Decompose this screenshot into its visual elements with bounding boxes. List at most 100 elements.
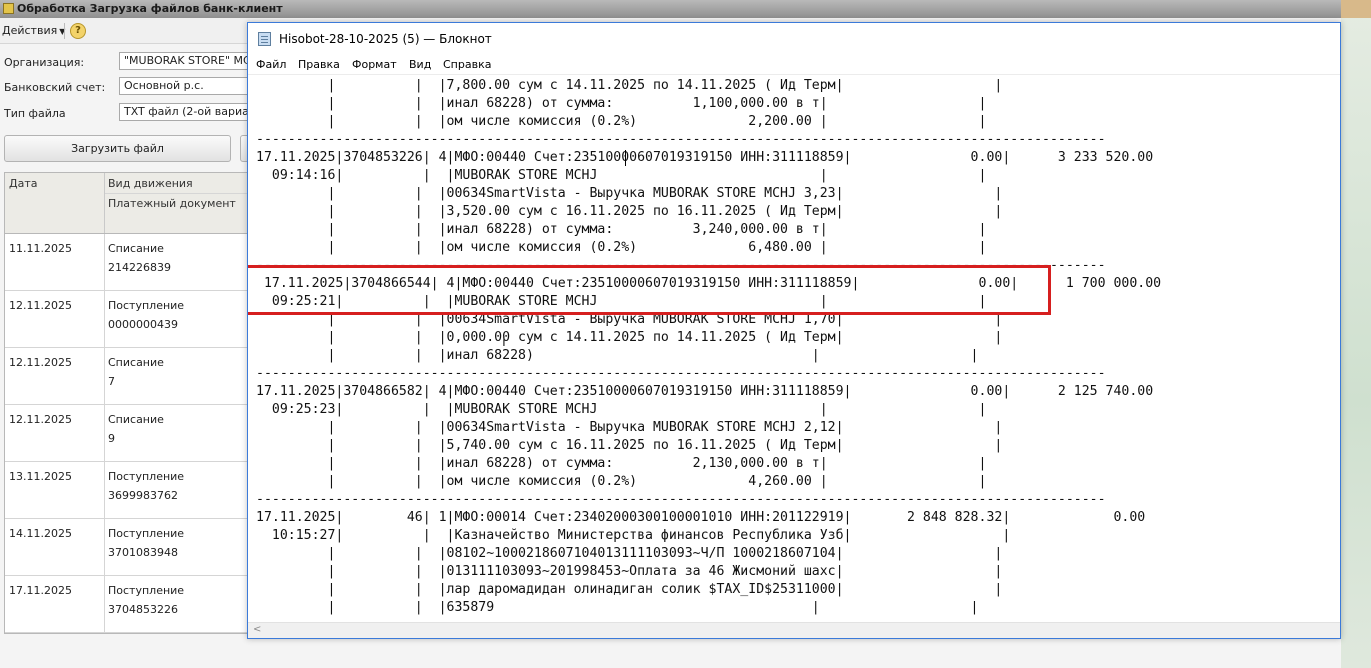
scroll-left-icon[interactable]: < <box>253 624 261 635</box>
notepad-window: Hisobot-28-10-2025 (5) — Блокнот Файл Пр… <box>247 22 1341 639</box>
table-row[interactable]: 11.11.2025 Списание 214226839 <box>5 234 249 291</box>
row-doc: 7 <box>108 375 115 388</box>
movements-table: Дата Вид движения Платежный документ 11.… <box>4 172 250 634</box>
text-caret <box>625 150 626 166</box>
row-type: Списание <box>108 356 164 369</box>
row-date: 13.11.2025 <box>9 470 72 483</box>
notepad-line: ----------------------------------------… <box>256 366 1106 381</box>
notepad-line: ----------------------------------------… <box>256 132 1106 147</box>
row-divider <box>104 234 105 290</box>
notepad-line: | | |инал 68228) от сумма: 3,240,000.00 … <box>256 222 987 237</box>
notepad-line: 10:15:27| | |Казначейство Министерства ф… <box>256 528 1011 543</box>
help-icon[interactable]: ? <box>70 23 86 39</box>
org-field[interactable]: "MUBORAK STORE" MC <box>119 52 250 70</box>
col-date[interactable]: Дата <box>9 177 37 190</box>
notepad-text-area[interactable]: | | |7,800.00 сум с 14.11.2025 по 14.11.… <box>248 75 1340 622</box>
notepad-line: | | |013111103093~201998453~Оплата за 46… <box>256 564 1003 579</box>
notepad-line: 09:14:16| | |MUBORAK STORE MCHJ | | <box>256 168 987 183</box>
notepad-icon <box>258 32 271 46</box>
notepad-line: 17.11.2025| 46| 1|МФО:00014 Счет:2340200… <box>256 510 1146 525</box>
toolbar-separator <box>64 23 65 39</box>
app-icon <box>3 3 14 14</box>
row-doc: 3701083948 <box>108 546 178 559</box>
notepad-line: | | |00634SmartVista - Выручка MUBORAK S… <box>256 420 1003 435</box>
row-divider <box>104 405 105 461</box>
desktop-background <box>1341 0 1371 668</box>
row-doc: 3704853226 <box>108 603 178 616</box>
menu-file[interactable]: Файл <box>256 58 286 71</box>
notepad-line: | | |0,000.00 сум с 14.11.2025 по 14.11.… <box>256 330 1003 345</box>
app-title: Обработка Загрузка файлов банк-клиент <box>17 2 283 15</box>
notepad-line: | | |08102~100021860710401311110309З~Ч/П… <box>256 546 1003 561</box>
menu-edit[interactable]: Правка <box>298 58 340 71</box>
row-date: 17.11.2025 <box>9 584 72 597</box>
row-date: 12.11.2025 <box>9 356 72 369</box>
row-date: 11.11.2025 <box>9 242 72 255</box>
filetype-field[interactable]: TXT файл (2-ой вариант) <box>119 103 250 121</box>
notepad-line: | | |635879 | | <box>256 600 979 615</box>
account-label: Банковский счет: <box>4 81 106 94</box>
notepad-title: Hisobot-28-10-2025 (5) — Блокнот <box>279 32 492 46</box>
row-type: Поступление <box>108 299 185 312</box>
row-divider <box>104 576 105 632</box>
notepad-line: | | |инал 68228) от сумма: 1,100,000.00 … <box>256 96 987 111</box>
notepad-menu-bar: Файл Правка Формат Вид Справка <box>248 54 1340 75</box>
actions-menu[interactable]: Действия ▼ <box>2 24 65 37</box>
notepad-line: | | |инал 68228) | | <box>256 348 979 363</box>
toolbar: Действия ▼ ? <box>0 18 250 44</box>
notepad-line: | | |ом числе комиссия (0.2%) 4,260.00 |… <box>256 474 987 489</box>
row-type: Списание <box>108 413 164 426</box>
row-doc: 0000000439 <box>108 318 178 331</box>
app-title-bar: Обработка Загрузка файлов банк-клиент <box>0 0 1341 18</box>
table-row[interactable]: 17.11.2025 Поступление 3704853226 <box>5 576 249 633</box>
table-header: Дата Вид движения Платежный документ <box>5 173 249 234</box>
row-date: 12.11.2025 <box>9 413 72 426</box>
row-divider <box>104 348 105 404</box>
notepad-line: | | |7,800.00 сум с 14.11.2025 по 14.11.… <box>256 78 1003 93</box>
row-doc: 3699983762 <box>108 489 178 502</box>
highlight-annotation <box>248 265 1051 315</box>
table-row[interactable]: 12.11.2025 Поступление 0000000439 <box>5 291 249 348</box>
col-movement[interactable]: Вид движения <box>108 177 193 190</box>
horizontal-scrollbar[interactable]: < <box>248 622 1340 638</box>
table-row[interactable]: 14.11.2025 Поступление 3701083948 <box>5 519 249 576</box>
notepad-line: 17.11.2025|3704853226| 4|МФО:00440 Счет:… <box>256 150 1154 165</box>
notepad-content[interactable]: | | |7,800.00 сум с 14.11.2025 по 14.11.… <box>256 77 1161 617</box>
load-file-button[interactable]: Загрузить файл <box>4 135 231 162</box>
header-divider <box>105 193 249 194</box>
col-document[interactable]: Платежный документ <box>108 197 236 210</box>
background-strip <box>1341 0 1371 18</box>
notepad-line: | | |3,520.00 сум с 16.11.2025 по 16.11.… <box>256 204 1003 219</box>
row-date: 12.11.2025 <box>9 299 72 312</box>
table-row[interactable]: 12.11.2025 Списание 7 <box>5 348 249 405</box>
notepad-line: | | |5,740.00 сум с 16.11.2025 по 16.11.… <box>256 438 1003 453</box>
menu-view[interactable]: Вид <box>409 58 431 71</box>
account-field[interactable]: Основной р.с. <box>119 77 250 95</box>
row-doc: 214226839 <box>108 261 171 274</box>
filetype-label: Тип файла <box>4 107 66 120</box>
notepad-line: 09:25:23| | |MUBORAK STORE MCHJ | | <box>256 402 987 417</box>
org-label: Организация: <box>4 56 85 69</box>
row-divider <box>104 519 105 575</box>
header-divider <box>104 173 105 233</box>
row-type: Списание <box>108 242 164 255</box>
row-doc: 9 <box>108 432 115 445</box>
row-date: 14.11.2025 <box>9 527 72 540</box>
row-type: Поступление <box>108 470 185 483</box>
notepad-title-bar[interactable]: Hisobot-28-10-2025 (5) — Блокнот <box>248 23 1340 54</box>
row-divider <box>104 462 105 518</box>
row-type: Поступление <box>108 584 185 597</box>
table-row[interactable]: 13.11.2025 Поступление 3699983762 <box>5 462 249 519</box>
row-divider <box>104 291 105 347</box>
table-row[interactable]: 12.11.2025 Списание 9 <box>5 405 249 462</box>
notepad-line: | | |00634SmartVista - Выручка MUBORAK S… <box>256 186 1003 201</box>
notepad-line: | | |лар даромадидан олинадиган солик $T… <box>256 582 1003 597</box>
menu-format[interactable]: Формат <box>352 58 397 71</box>
notepad-line: | | |ом числе комиссия (0.2%) 6,480.00 |… <box>256 240 987 255</box>
menu-help[interactable]: Справка <box>443 58 491 71</box>
row-type: Поступление <box>108 527 185 540</box>
notepad-line: 17.11.2025|3704866582| 4|МФО:00440 Счет:… <box>256 384 1154 399</box>
ibeam-cursor-icon: I <box>502 335 506 350</box>
notepad-line: | | |инал 68228) от сумма: 2,130,000.00 … <box>256 456 987 471</box>
notepad-line: ----------------------------------------… <box>256 492 1106 507</box>
